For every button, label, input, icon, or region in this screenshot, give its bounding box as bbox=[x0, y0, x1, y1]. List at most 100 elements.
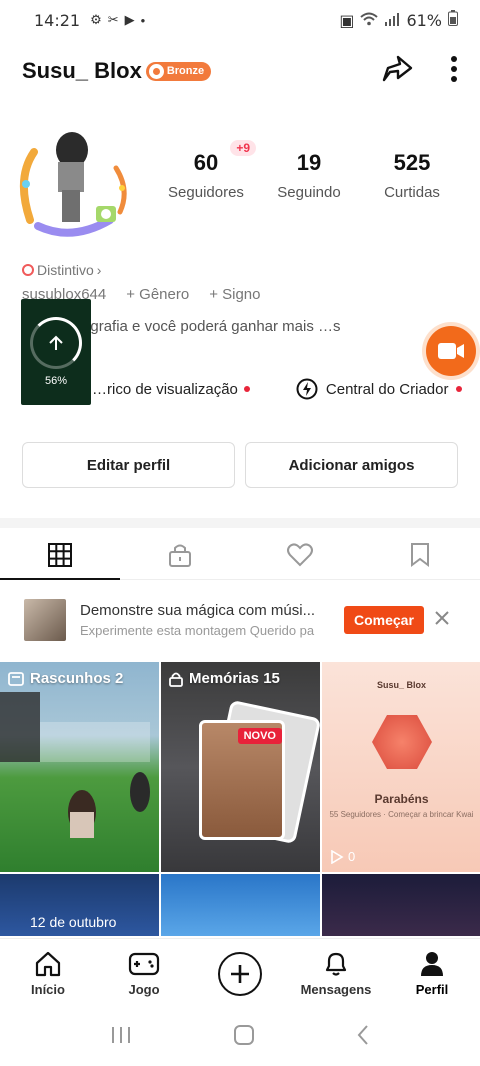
stat-label: Seguidores bbox=[168, 184, 244, 201]
upload-progress-ring bbox=[30, 317, 82, 369]
stat-following[interactable]: 19 Seguindo bbox=[263, 150, 355, 201]
nfc-icon: ⚙ bbox=[90, 12, 102, 27]
new-badge: NOVO bbox=[237, 728, 282, 744]
play-icon bbox=[331, 849, 344, 864]
create-button[interactable] bbox=[218, 951, 262, 996]
plus-icon bbox=[231, 964, 249, 983]
home-icon bbox=[35, 951, 61, 977]
lock-icon bbox=[169, 544, 191, 567]
views-value: 0 bbox=[348, 849, 356, 864]
tab-private[interactable] bbox=[120, 530, 240, 579]
gamepad-icon bbox=[128, 952, 160, 976]
congrats-username: Susu_ Blox bbox=[376, 680, 426, 690]
profile-header: Susu_ Blox Bronze bbox=[0, 46, 480, 96]
battery-percent: 61% bbox=[406, 10, 442, 30]
bronze-label: Bronze bbox=[166, 65, 205, 77]
add-sign-button[interactable]: + Signo bbox=[209, 286, 260, 303]
bell-icon bbox=[325, 952, 347, 976]
video-tile[interactable]: 12 de outubro bbox=[0, 874, 159, 936]
stat-label: Curtidas bbox=[384, 184, 440, 201]
stat-followers[interactable]: +9 60 Seguidores bbox=[160, 140, 256, 201]
stat-value: 525 bbox=[393, 150, 431, 175]
congrats-subtitle: 55 Seguidores · Começar a brincar Kwai bbox=[329, 810, 474, 819]
notification-dot bbox=[243, 386, 250, 392]
signal-icon bbox=[384, 11, 400, 30]
promo-subtitle: Experimente esta montagem Querido pa bbox=[80, 623, 315, 638]
nav-label: Perfil bbox=[415, 982, 449, 997]
lightning-icon bbox=[296, 378, 318, 400]
live-video-button[interactable] bbox=[426, 326, 476, 376]
bottom-navigation: Início Jogo Mensagens Perfil bbox=[0, 938, 480, 1008]
upload-arrow-icon bbox=[49, 335, 63, 350]
nav-label: Início bbox=[31, 982, 65, 997]
video-camera-icon bbox=[438, 343, 464, 359]
video-tile[interactable] bbox=[322, 874, 480, 936]
battery-saver-icon: ▣ bbox=[339, 10, 355, 30]
creator-center-link[interactable]: Central do Criador bbox=[296, 378, 463, 400]
achievement-medal-icon bbox=[372, 715, 432, 769]
home-system-icon[interactable] bbox=[233, 1024, 255, 1051]
memories-tile[interactable]: Memórias 15 NOVO bbox=[161, 662, 320, 872]
add-friends-button[interactable]: Adicionar amigos bbox=[245, 442, 458, 488]
battery-icon bbox=[448, 10, 458, 30]
promo-title: Demonstre sua mágica com músi... bbox=[80, 602, 316, 619]
distintivo-link[interactable]: Distintivo › bbox=[22, 262, 101, 278]
badge-icon bbox=[22, 264, 34, 276]
capcut-icon: ✂ bbox=[107, 12, 119, 27]
status-notification-icons: ⚙ ✂ ▶ • bbox=[90, 12, 145, 28]
dot-icon: • bbox=[140, 12, 146, 28]
add-gender-button[interactable]: + Gênero bbox=[126, 286, 189, 303]
nav-home[interactable]: Início bbox=[0, 939, 96, 1008]
followers-delta-badge: +9 bbox=[230, 140, 256, 156]
edit-profile-button[interactable]: Editar perfil bbox=[22, 442, 235, 488]
status-time: 14:21 bbox=[34, 10, 81, 30]
chevron-right-icon: › bbox=[96, 262, 102, 278]
memories-label-wrap: Memórias 15 bbox=[169, 670, 280, 687]
tab-saved[interactable] bbox=[360, 530, 480, 579]
drafts-tile[interactable]: Rascunhos 2 bbox=[0, 662, 159, 872]
grid-icon bbox=[48, 542, 72, 567]
person-icon bbox=[421, 952, 443, 976]
wifi-icon bbox=[360, 11, 379, 30]
views-count: 0 bbox=[330, 849, 355, 864]
nav-label: Jogo bbox=[128, 982, 160, 997]
notification-dot bbox=[456, 386, 463, 392]
stat-likes[interactable]: 525 Curtidas bbox=[366, 150, 458, 201]
nav-label: Mensagens bbox=[300, 982, 372, 997]
date-tag: 12 de outubro bbox=[30, 914, 117, 930]
creator-center-label: Central do Criador bbox=[325, 380, 449, 398]
medal-icon bbox=[148, 63, 164, 79]
video-tile[interactable] bbox=[161, 874, 320, 936]
view-history-link[interactable]: …rico de visualização bbox=[92, 381, 250, 398]
promo-thumbnail bbox=[24, 599, 66, 641]
back-icon[interactable] bbox=[356, 1024, 370, 1051]
drafts-thumbnail bbox=[0, 692, 150, 838]
nav-game[interactable]: Jogo bbox=[96, 939, 192, 1008]
promo-start-button[interactable]: Começar bbox=[344, 606, 424, 634]
tab-liked[interactable] bbox=[240, 530, 360, 579]
bronze-badge[interactable]: Bronze bbox=[145, 61, 212, 81]
close-icon[interactable] bbox=[434, 610, 450, 631]
distintivo-label: Distintivo bbox=[37, 262, 94, 278]
nav-profile[interactable]: Perfil bbox=[384, 939, 480, 1008]
nav-messages[interactable]: Mensagens bbox=[288, 939, 384, 1008]
section-divider bbox=[0, 518, 480, 528]
congrats-tile[interactable]: Susu_ Blox Parabéns 55 Seguidores · Come… bbox=[322, 662, 480, 872]
share-icon[interactable] bbox=[380, 54, 414, 89]
nav-create[interactable] bbox=[192, 939, 288, 1008]
recent-apps-icon[interactable] bbox=[110, 1025, 132, 1050]
promo-texts: Demonstre sua mágica com músi... Experim… bbox=[80, 602, 332, 638]
avatar[interactable] bbox=[12, 128, 132, 244]
more-options-icon[interactable] bbox=[450, 55, 458, 88]
music-promo-banner: Demonstre sua mágica com músi... Experim… bbox=[0, 592, 480, 648]
video-grid: Rascunhos 2 Memórias 15 NOVO Susu_ Blox … bbox=[0, 662, 480, 936]
upload-percent: 56% bbox=[44, 375, 68, 387]
content-tabs bbox=[0, 530, 480, 580]
heart-icon bbox=[287, 542, 313, 566]
view-history-label: …rico de visualização bbox=[92, 380, 238, 398]
stat-label: Seguindo bbox=[277, 184, 341, 201]
upload-progress-overlay[interactable]: 56% bbox=[21, 299, 91, 405]
tab-grid[interactable] bbox=[0, 530, 120, 580]
memories-label: Memórias 15 bbox=[189, 670, 280, 687]
username: Susu_ Blox bbox=[22, 58, 142, 83]
